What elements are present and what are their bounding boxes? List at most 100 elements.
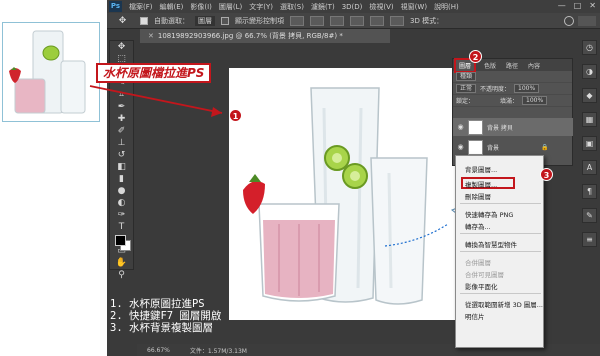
image-canvas[interactable]: [229, 68, 486, 320]
step-badge-1: 1: [229, 109, 242, 122]
hand-tool-icon[interactable]: ✋: [110, 257, 133, 269]
menu-3d[interactable]: 3D(D): [342, 3, 363, 11]
auto-select-dropdown[interactable]: 圖層: [195, 15, 215, 26]
menu-item-export-as[interactable]: 轉存為...: [465, 221, 491, 231]
history-panel-icon[interactable]: ◷: [582, 40, 597, 55]
stamp-tool-icon[interactable]: ⊥: [110, 137, 133, 149]
document-tab-title: 10819892903966.jpg @ 66.7% (背景 拷貝, RGB/8…: [157, 32, 343, 40]
layer-filter-row: 種類: [453, 71, 572, 83]
menu-image[interactable]: 影像(I): [190, 2, 212, 12]
character-panel-icon[interactable]: A: [582, 160, 597, 175]
color-panel-icon[interactable]: ◆: [582, 88, 597, 103]
layer-filter-dropdown[interactable]: 種類: [456, 72, 477, 81]
layer-context-menu: 背景圖層... 複製圖層... 刪除圖層 快速轉存為 PNG 轉存為... 轉換…: [455, 155, 544, 348]
maximize-button[interactable]: □: [574, 1, 582, 10]
swatches-panel-icon[interactable]: ▦: [582, 112, 597, 127]
zoom-level[interactable]: 66.67%: [147, 347, 170, 354]
layer-row-background[interactable]: ◉ 背景 🔒: [453, 138, 573, 156]
lock-label: 鎖定：: [456, 98, 475, 105]
menu-window[interactable]: 視窗(W): [401, 2, 427, 12]
tab-channels[interactable]: 色版: [484, 61, 496, 70]
menu-item-merge-layers: 合併圖層: [465, 259, 491, 267]
source-image-thumbnail[interactable]: [2, 22, 100, 122]
menu-type[interactable]: 文字(Y): [249, 2, 273, 12]
menu-item-merge-visible: 合併可見圖層: [465, 271, 504, 279]
menu-item-new-3d-layer[interactable]: 從選取範圍新增 3D 圖層...: [465, 299, 543, 309]
pen-tool-icon[interactable]: ✑: [110, 209, 133, 221]
visibility-eye-icon[interactable]: ◉: [457, 143, 464, 151]
fill-label: 填滿：: [500, 98, 519, 105]
properties-panel-icon[interactable]: ≡: [582, 232, 597, 247]
move-tool-preset-icon[interactable]: ✥: [111, 15, 134, 27]
foreground-color-swatch[interactable]: [115, 235, 126, 246]
glasses-illustration-small: [9, 30, 86, 114]
menu-select[interactable]: 選取(S): [280, 2, 304, 12]
steps-list: 1. 水杯原圖拉進PS 2. 快捷鍵F7 圖層開啟 3. 水杯背景複製圖層: [110, 298, 221, 334]
align-bottom-button[interactable]: [330, 15, 344, 26]
drag-instruction-tag: 水杯原圖檔拉進PS: [96, 63, 212, 83]
brushes-panel-icon[interactable]: ✎: [582, 208, 597, 223]
close-button[interactable]: ✕: [589, 1, 596, 10]
gradient-tool-icon[interactable]: ▮: [110, 173, 133, 185]
layer-thumbnail: [468, 139, 483, 155]
workspace-switcher[interactable]: [578, 16, 596, 26]
step-badge-2: 2: [469, 50, 482, 63]
opacity-input[interactable]: 100%: [514, 84, 540, 93]
tab-paths[interactable]: 路徑: [506, 61, 518, 70]
menu-separator: [460, 251, 541, 252]
step-item: 2. 快捷鍵F7 圖層開啟: [110, 310, 222, 322]
move-tool-icon[interactable]: ✥: [110, 41, 133, 53]
brush-tool-icon[interactable]: ✐: [110, 125, 133, 137]
align-middle-button[interactable]: [310, 15, 324, 26]
menu-item-postcard[interactable]: 明信片: [465, 311, 485, 321]
menu-edit[interactable]: 編輯(E): [160, 2, 184, 12]
menu-item-flatten-image[interactable]: 影像平面化: [465, 281, 498, 291]
menu-layer[interactable]: 圖層(L): [219, 2, 242, 12]
menu-item-background-layer[interactable]: 背景圖層...: [465, 164, 497, 174]
menu-help[interactable]: 說明(H): [434, 2, 459, 12]
eyedropper-tool-icon[interactable]: ✒: [110, 101, 133, 113]
tab-properties[interactable]: 內容: [528, 61, 540, 70]
menu-file[interactable]: 檔案(F): [129, 2, 153, 12]
menu-view[interactable]: 檢視(V): [369, 2, 393, 12]
healing-tool-icon[interactable]: ✚: [110, 113, 133, 125]
glasses-illustration: [243, 87, 428, 305]
visibility-eye-icon[interactable]: ◉: [457, 123, 464, 131]
crop-tool-icon[interactable]: ⌗: [110, 89, 133, 101]
options-bar: ✥ 自動選取： 圖層 顯示變形控制項 3D 模式：: [107, 13, 600, 29]
search-icon[interactable]: [564, 16, 574, 26]
close-tab-icon[interactable]: ✕: [148, 32, 154, 40]
document-tab[interactable]: ✕ 10819892903966.jpg @ 66.7% (背景 拷貝, RGB/…: [140, 29, 390, 43]
menu-item-duplicate-layer[interactable]: 複製圖層...: [465, 179, 497, 189]
fill-input[interactable]: 100%: [522, 96, 548, 105]
history-brush-icon[interactable]: ↺: [110, 149, 133, 161]
document-size: 文件：1.57M/3.13M: [189, 347, 247, 355]
eraser-tool-icon[interactable]: ◧: [110, 161, 133, 173]
dodge-tool-icon[interactable]: ◐: [110, 197, 133, 209]
layers-panel: 圖層 色版 路徑 內容 種類 正常 不透明度： 100% 鎖定： 填滿： 100…: [452, 57, 573, 166]
adjustments-panel-icon[interactable]: ◑: [582, 64, 597, 79]
layer-row-background-copy[interactable]: ◉ 背景 拷貝: [453, 118, 573, 136]
menu-filter[interactable]: 濾鏡(T): [311, 2, 335, 12]
step-item: 3. 水杯背景複製圖層: [110, 322, 213, 334]
menu-item-convert-smart-object[interactable]: 轉換為智慧型物件: [465, 239, 517, 249]
auto-select-checkbox[interactable]: [140, 16, 148, 25]
menu-item-delete-layer[interactable]: 刪除圖層: [465, 191, 491, 201]
align-center-button[interactable]: [370, 15, 384, 26]
align-left-button[interactable]: [350, 15, 364, 26]
type-tool-icon[interactable]: T: [110, 221, 133, 233]
blend-mode-dropdown[interactable]: 正常: [456, 84, 477, 93]
lock-icon: 🔒: [541, 143, 549, 151]
mode-3d-label: 3D 模式：: [410, 16, 444, 25]
layer-name: 背景: [487, 144, 500, 152]
menu-separator: [460, 293, 541, 294]
show-transform-checkbox[interactable]: [221, 16, 229, 25]
paragraph-panel-icon[interactable]: ¶: [582, 184, 597, 199]
blur-tool-icon[interactable]: ●: [110, 185, 133, 197]
align-right-button[interactable]: [390, 15, 404, 26]
menu-item-quick-export-png[interactable]: 快速轉存為 PNG: [465, 209, 513, 219]
align-top-button[interactable]: [290, 15, 304, 26]
zoom-tool-icon[interactable]: ⚲: [110, 269, 133, 281]
styles-panel-icon[interactable]: ▣: [582, 136, 597, 151]
minimize-button[interactable]: —: [558, 1, 566, 10]
